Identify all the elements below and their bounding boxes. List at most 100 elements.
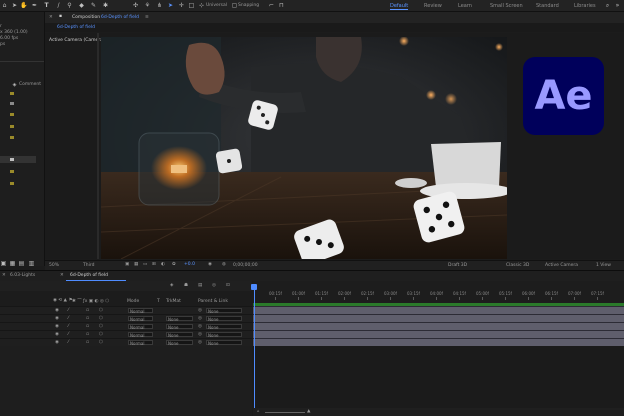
switch-box[interactable]: ▫ bbox=[86, 308, 89, 313]
track-icon[interactable]: ⋔ bbox=[156, 2, 163, 9]
snap-target-icon[interactable]: ⊓ bbox=[278, 2, 285, 9]
shy-switch-icon[interactable]: ⁄ bbox=[68, 316, 69, 321]
switch-box[interactable]: ▫ bbox=[86, 316, 89, 321]
composition-name-link[interactable]: 6d-Depth of field bbox=[101, 15, 139, 20]
zoom-out-icon[interactable]: ▵ bbox=[257, 409, 259, 414]
frame-blend-icon[interactable]: ▤ bbox=[198, 283, 202, 288]
trkmat-dropdown[interactable]: None bbox=[166, 316, 193, 322]
close-icon[interactable]: ✕ bbox=[60, 273, 64, 278]
snapshot-icon[interactable]: ◍ bbox=[222, 262, 226, 267]
parent-dropdown[interactable]: None bbox=[206, 324, 242, 330]
puppet-pin-icon[interactable]: ✱ bbox=[102, 2, 109, 9]
layer-row[interactable]: ◉ ⁄ ▫ ⬡ Normal None ◎ None bbox=[0, 322, 252, 330]
new-comp-icon[interactable]: ▦ bbox=[9, 260, 16, 267]
roto-brush-icon[interactable]: ✎ bbox=[90, 2, 97, 9]
layer-row[interactable]: ◉ ⁄ ▫ ⬡ Normal None ◎ None bbox=[0, 314, 252, 322]
layer-row[interactable]: ◉ ⁄ ▫ ⬡ Normal None ◎ None bbox=[0, 330, 252, 338]
trkmat-dropdown[interactable]: None bbox=[166, 324, 193, 330]
delete-icon[interactable]: ▤ bbox=[18, 260, 25, 267]
workspace-tab-standard[interactable]: Standard bbox=[536, 3, 559, 9]
renderer-mode[interactable]: Classic 3D bbox=[506, 263, 529, 268]
timeline-graph[interactable]: 00:15f 01:00f 01:15f 02:00f 02:15f 03:00f 03:1… bbox=[251, 281, 624, 416]
brush-tool-icon[interactable]: / bbox=[55, 2, 62, 9]
mode-dropdown[interactable]: Normal bbox=[128, 332, 153, 338]
layer-duration-bar[interactable] bbox=[253, 314, 624, 322]
3d-layer-icon[interactable]: ⬡ bbox=[99, 308, 103, 313]
mode-dropdown[interactable]: Normal bbox=[128, 324, 153, 330]
close-icon[interactable]: ✕ bbox=[2, 273, 6, 278]
shy-switch-icon[interactable]: ⁄ bbox=[68, 324, 69, 329]
universal-label[interactable]: Universal bbox=[206, 3, 227, 8]
playhead-handle[interactable] bbox=[251, 284, 257, 290]
graph-editor-icon[interactable]: ⊡ bbox=[226, 283, 230, 288]
workspace-tab-review[interactable]: Review bbox=[424, 3, 442, 9]
shy-switch-icon[interactable]: ⁄ bbox=[68, 308, 69, 313]
views-dropdown[interactable]: 1 View bbox=[596, 263, 611, 268]
snap-option-icon[interactable]: ⌐ bbox=[268, 2, 275, 9]
workspace-tab-libraries[interactable]: Libraries bbox=[574, 3, 596, 9]
clone-stamp-icon[interactable]: ⚲ bbox=[66, 2, 73, 9]
motion-blur-icon[interactable]: ◎ bbox=[212, 283, 216, 288]
3d-layer-icon[interactable]: ⬡ bbox=[99, 324, 103, 329]
camera-dropdown[interactable]: Active Camera bbox=[545, 263, 578, 268]
layer-row[interactable]: ◉ ⁄ ▫ ⬡ Normal ◎ None bbox=[0, 306, 252, 314]
orbit-icon[interactable]: ⚘ bbox=[144, 2, 151, 9]
workspace-tab-learn[interactable]: Learn bbox=[458, 3, 472, 9]
shy-switch-icon[interactable]: ⁄ bbox=[68, 332, 69, 337]
visibility-eye-icon[interactable]: ◉ bbox=[55, 308, 59, 313]
parent-dropdown[interactable]: None bbox=[206, 332, 242, 338]
pick-whip-icon[interactable]: ◎ bbox=[198, 308, 202, 313]
column-mode[interactable]: Mode bbox=[127, 299, 139, 304]
home-icon[interactable]: ⌂ bbox=[1, 2, 8, 9]
layer-duration-bar[interactable] bbox=[253, 338, 624, 346]
camera-snapshot-icon[interactable]: ◉ bbox=[208, 262, 212, 267]
layer-row[interactable]: ◉ ⁄ ▫ ⬡ Normal None ◎ None bbox=[0, 338, 252, 346]
workspace-tab-default[interactable]: Default bbox=[390, 3, 409, 10]
new-folder-icon[interactable]: ▣ bbox=[0, 260, 7, 267]
resolution-dropdown[interactable]: Third bbox=[83, 263, 94, 268]
pick-whip-icon[interactable]: ◎ bbox=[198, 340, 202, 345]
hand-tool-icon[interactable]: ✋ bbox=[20, 2, 27, 9]
gizmo-icon[interactable]: ⊹ bbox=[198, 2, 205, 9]
layer-duration-bar[interactable] bbox=[253, 330, 624, 338]
move-icon[interactable]: ✛ bbox=[178, 2, 185, 9]
tab-lights-comp[interactable]: 6.03-Lights bbox=[10, 273, 35, 278]
zoom-in-icon[interactable]: ▲ bbox=[307, 409, 310, 414]
visibility-eye-icon[interactable]: ◉ bbox=[55, 332, 59, 337]
shy-switch-icon[interactable]: ⁄ bbox=[68, 340, 69, 345]
3d-layer-icon[interactable]: ⬡ bbox=[99, 340, 103, 345]
mode-dropdown[interactable]: Normal bbox=[128, 340, 153, 346]
visibility-eye-icon[interactable]: ◉ bbox=[55, 316, 59, 321]
switch-box[interactable]: ▫ bbox=[86, 340, 89, 345]
fast-preview-icon[interactable]: ◐ bbox=[161, 262, 165, 267]
parent-dropdown[interactable]: None bbox=[206, 340, 242, 346]
comment-column-header[interactable]: Comment bbox=[19, 82, 41, 87]
close-icon[interactable]: ✕ bbox=[49, 15, 53, 20]
mode-dropdown[interactable]: Normal bbox=[128, 316, 153, 322]
trash-icon[interactable]: ▥ bbox=[28, 260, 35, 267]
menu-icon[interactable]: ≡ bbox=[145, 15, 149, 20]
layer-duration-bar[interactable] bbox=[253, 306, 624, 314]
shy-icon[interactable]: ☗ bbox=[184, 283, 188, 288]
search-icon[interactable]: ⌕ bbox=[604, 2, 611, 9]
draft-3d-icon[interactable]: ◈ bbox=[170, 283, 173, 288]
parent-dropdown[interactable]: None bbox=[206, 316, 242, 322]
switch-box[interactable]: ▫ bbox=[86, 324, 89, 329]
lock-icon[interactable]: ▪ bbox=[59, 14, 62, 19]
zoom-dropdown[interactable]: 50% bbox=[49, 263, 59, 268]
column-parent-link[interactable]: Parent & Link bbox=[198, 299, 228, 304]
column-trkmat[interactable]: TrkMat bbox=[166, 299, 181, 304]
pick-whip-icon[interactable]: ◎ bbox=[198, 332, 202, 337]
workspace-tab-small-screen[interactable]: Small Screen bbox=[490, 3, 523, 9]
pick-whip-icon[interactable]: ◎ bbox=[198, 316, 202, 321]
grid-icon[interactable]: ⊞ bbox=[152, 262, 156, 267]
pick-whip-icon[interactable]: ◎ bbox=[198, 324, 202, 329]
pen-tool-icon[interactable]: ✒ bbox=[31, 2, 38, 9]
column-t[interactable]: T bbox=[157, 299, 160, 304]
mode-dropdown[interactable]: Normal bbox=[128, 308, 153, 314]
trkmat-dropdown[interactable]: None bbox=[166, 340, 193, 346]
visibility-eye-icon[interactable]: ◉ bbox=[55, 324, 59, 329]
tab-composition[interactable]: 6d-Depth of field bbox=[57, 25, 95, 30]
timecode-display[interactable]: 0;00;00;00 bbox=[233, 263, 258, 268]
axis-icon[interactable]: ✣ bbox=[132, 2, 139, 9]
